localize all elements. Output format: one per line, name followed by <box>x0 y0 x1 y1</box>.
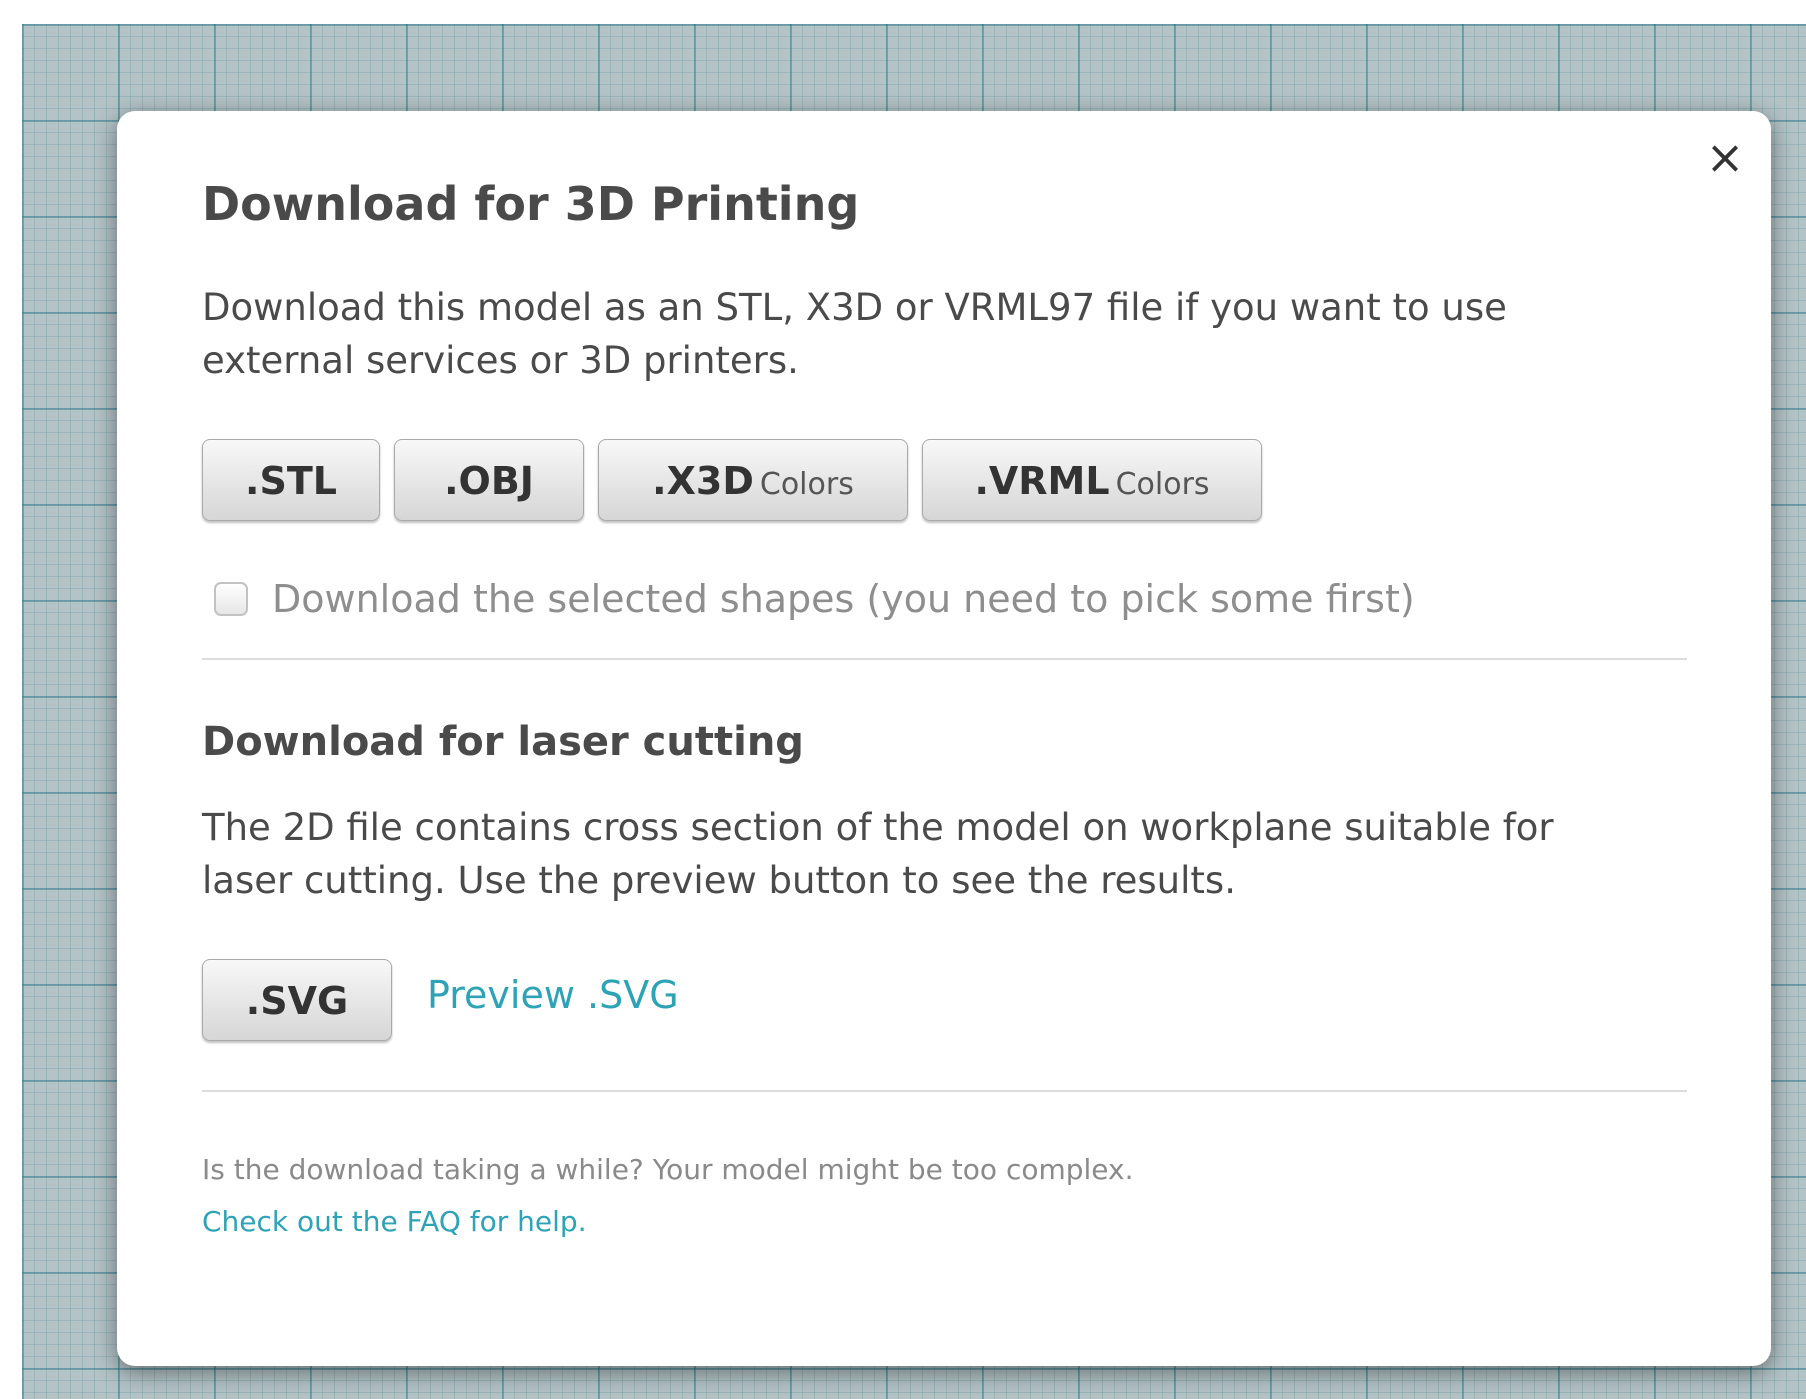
vrml-button-sublabel: Colors <box>1115 467 1210 502</box>
vrml-button-label: .VRML <box>974 459 1110 503</box>
section-title-laser-cutting: Download for laser cutting <box>202 719 804 765</box>
download-dialog: × Download for 3D Printing Download this… <box>117 111 1771 1366</box>
selected-shapes-option: Download the selected shapes (you need t… <box>214 569 1415 629</box>
selected-shapes-label: Download the selected shapes (you need t… <box>272 577 1415 621</box>
description-laser-cutting: The 2D file contains cross section of th… <box>202 806 1554 902</box>
section-title-3d-printing: Download for 3D Printing <box>202 177 860 231</box>
section-divider <box>202 658 1687 660</box>
svg-button-label: .SVG <box>245 979 349 1023</box>
download-vrml-colors-button[interactable]: .VRML Colors <box>922 439 1262 521</box>
close-icon[interactable]: × <box>1697 129 1753 185</box>
footer-divider <box>202 1090 1687 1092</box>
download-svg-button[interactable]: .SVG <box>202 959 392 1041</box>
workplane-grid-background: × Download for 3D Printing Download this… <box>22 24 1806 1399</box>
download-obj-button[interactable]: .OBJ <box>394 439 584 521</box>
preview-svg-link[interactable]: Preview .SVG <box>427 973 679 1017</box>
x3d-button-label: .X3D <box>652 459 754 503</box>
download-stl-button[interactable]: .STL <box>202 439 380 521</box>
download-x3d-colors-button[interactable]: .X3D Colors <box>598 439 908 521</box>
stl-button-label: .STL <box>245 459 337 503</box>
faq-help-link[interactable]: Check out the FAQ for help. <box>202 1205 587 1238</box>
download-slow-note: Is the download taking a while? Your mod… <box>202 1153 1134 1186</box>
x3d-button-sublabel: Colors <box>759 467 854 502</box>
obj-button-label: .OBJ <box>444 459 534 503</box>
description-3d-printing: Download this model as an STL, X3D or VR… <box>202 286 1507 382</box>
selected-shapes-checkbox[interactable] <box>214 582 248 616</box>
